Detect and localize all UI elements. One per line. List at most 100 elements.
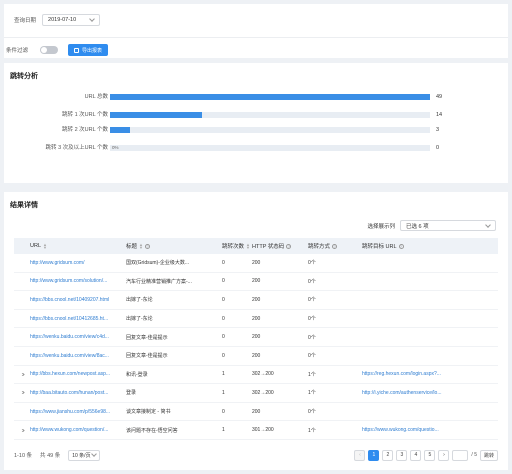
export-report-button[interactable]: 导出报表 [68,44,109,56]
jump-button[interactable]: 跳转 [479,449,498,461]
header-target[interactable]: 跳转目标 URL? [362,242,498,250]
page-1-button[interactable]: 1 [368,449,380,461]
sort-icon[interactable]: ▲ ▼ [139,243,143,250]
chevron-right-icon[interactable] [19,391,25,395]
url-link[interactable]: https://bbs.cnool.net/10409207.html [30,297,126,303]
count-cell: 0 [222,315,225,322]
count-cell: 0 [222,408,225,415]
bar-value: 0 [436,145,440,151]
url-link[interactable]: https://wenku.baidu.com/view/8ac... [30,353,126,359]
count-cell: 1 [222,389,225,396]
analysis-title: 跳转分析 [10,73,38,80]
table-row: http://bbs.hexun.com/newpost.asp... 和讯-登录… [14,366,498,385]
bar-value: 14 [436,112,443,118]
date-select[interactable]: 2019-07-10 [42,14,101,26]
chevron-down-icon [89,16,95,22]
jump-total: / 5 [471,452,477,458]
expand-cell[interactable] [14,428,30,432]
url-link[interactable]: http://www.wukong.com/question/... [30,427,126,433]
help-icon[interactable]: ? [144,243,150,249]
method-cell: 0个 [308,353,316,360]
table-row: https://www.jianshu.com/p/556e98... 谈文章接制… [14,403,498,422]
table-header: URL▲▼ 标题▲▼? 跳转次数▲▼? HTTP 状态码? 跳转方式? 跳转目标… [14,238,498,254]
page-4-button[interactable]: 4 [410,449,422,461]
target-url-link[interactable]: https://www.wukong.com/questio... [362,427,498,433]
title-cell: 回复文章-佳是提示 [126,334,168,341]
table-row: http://baa.bitauto.com/hunan/post... 登录 1 3… [14,384,498,403]
title-cell: 和讯-登录 [126,371,148,378]
count-cell: 0 [222,334,225,341]
chevron-right-icon[interactable] [19,372,25,376]
bar-fill [110,127,130,133]
url-link[interactable]: https://wenku.baidu.com/view/c4d... [30,334,126,340]
status-cell: 200 [252,315,261,322]
method-cell: 0个 [308,278,316,285]
url-link[interactable]: https://www.jianshu.com/p/556e98... [30,409,126,415]
total-count: 共 49 条 [40,453,61,459]
header-target-label: 跳转目标 URL [362,244,397,250]
title-cell: 出嫁了-东论 [126,316,153,323]
help-icon[interactable]: ? [286,243,292,249]
prev-page-button[interactable]: ‹ [354,449,366,461]
sort-icon[interactable]: ▲ ▼ [246,243,250,250]
date-query-row: 查询日期 2019-07-10 [14,14,101,26]
date-label: 查询日期 [14,18,37,24]
header-status-label: HTTP 状态码 [252,244,285,250]
divider [4,37,508,38]
count-cell: 0 [222,259,225,266]
jump-page-input[interactable] [452,449,469,461]
method-cell: 1个 [308,427,316,434]
page-buttons: ‹ 12345 › / 5 跳转 [354,449,498,461]
expand-cell[interactable] [14,372,30,376]
bar-row: 跳转 3 次及以上URL 个数 0% 0 [4,144,508,152]
help-icon[interactable]: ? [398,243,404,249]
page-2-button[interactable]: 2 [382,449,394,461]
help-icon[interactable]: ? [332,243,338,249]
results-panel: 结果详情 选择展示列 已选 6 项 URL▲▼ 标题▲▼? 跳转次数▲▼? HT… [4,192,508,470]
table-row: http://www.gridsum.com/国双(Gridsum)-企业级大数… [14,254,498,273]
page-3-button[interactable]: 3 [396,449,408,461]
table-row: http://www.wukong.com/question/... 该问题不存在… [14,421,498,440]
chevron-down-icon [91,451,98,457]
column-select[interactable]: 已选 6 项 [400,220,496,231]
header-title-label: 标题 [126,244,138,250]
url-link[interactable]: https://bbs.cnool.net/10412685.ht... [30,316,126,322]
bar-label: 跳转 2 次URL 个数 [62,127,108,133]
title-cell: 该问题不存在-悟空问答 [126,427,178,434]
date-value: 2019-07-10 [48,17,77,23]
column-select-row: 选择展示列 已选 6 项 [367,220,496,231]
bar-row: 跳转 2 次URL 个数 3 [4,126,508,134]
chevron-right-icon[interactable] [19,428,25,432]
header-status[interactable]: HTTP 状态码? [252,242,308,250]
status-cell: 200 [252,278,261,285]
method-cell: 1个 [308,390,316,397]
pagination-info: 1-10 条 共 49 条 10 条/页 [14,449,101,461]
status-cell: 200 [252,334,261,341]
filter-toggle[interactable] [40,46,59,54]
table-row: https://bbs.cnool.net/10412685.ht... 出嫁了-… [14,310,498,329]
title-cell: 汽车行业精准营销推广方案-... [126,278,192,285]
sort-icon[interactable]: ▲ ▼ [43,243,47,249]
header-count[interactable]: 跳转次数▲▼? [222,242,252,250]
bar-track [110,127,430,133]
url-link[interactable]: http://www.gridsum.com/ [30,260,126,266]
page-size-select[interactable]: 10 条/页 [68,449,101,461]
target-url-link[interactable]: https://reg.hexun.com/login.aspx?... [362,371,498,377]
header-method[interactable]: 跳转方式? [308,242,362,250]
url-link[interactable]: http://www.gridsum.com/solution/... [30,278,126,284]
bar-track: 0% [110,145,430,151]
status-cell: 302→200 [252,371,274,378]
expand-cell[interactable] [14,391,30,395]
page-numbers: 12345 [368,449,436,461]
header-title[interactable]: 标题 ▲ ▼? [126,242,222,250]
url-link[interactable]: http://baa.bitauto.com/hunan/post... [30,390,126,396]
next-page-button[interactable]: › [438,449,450,461]
url-link[interactable]: http://bbs.hexun.com/newpost.asp... [30,371,126,377]
toggle-knob [41,47,48,53]
target-url-link[interactable]: http://i.yiche.com/authenservice/lo... [362,390,498,396]
table-row: https://wenku.baidu.com/view/c4d... 回复文章-… [14,328,498,347]
count-cell: 1 [222,427,225,434]
page-5-button[interactable]: 5 [424,449,436,461]
header-url[interactable]: URL ▲ ▼ [30,243,126,249]
column-select-value: 已选 6 项 [406,223,429,230]
